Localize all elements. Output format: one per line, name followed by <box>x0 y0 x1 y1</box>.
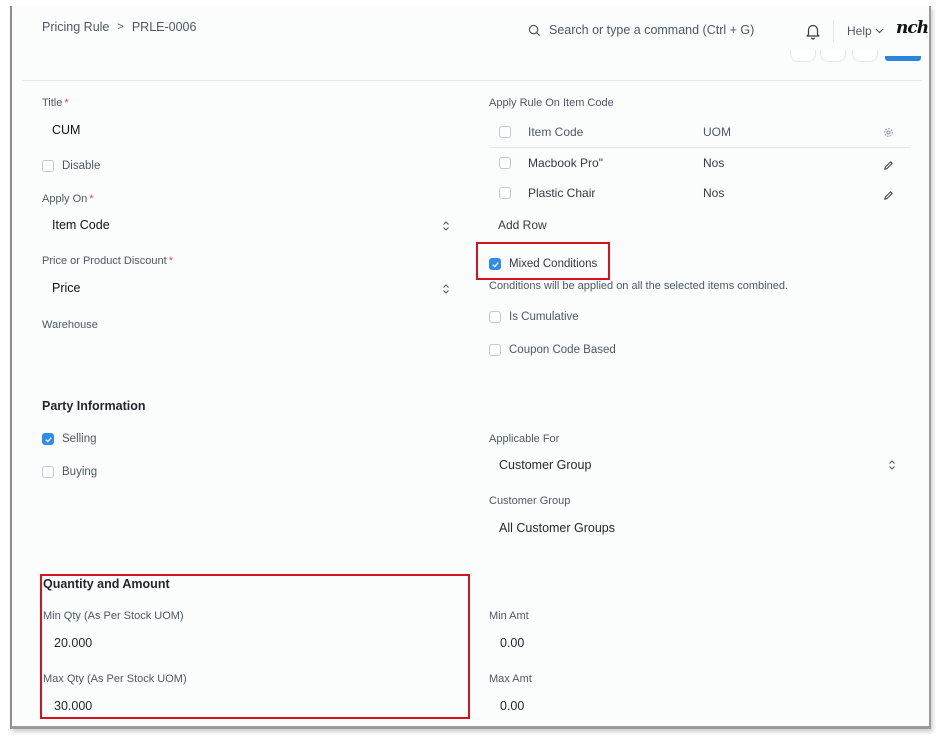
select-arrows-icon <box>443 284 449 294</box>
selling-checkbox-row[interactable]: Selling <box>42 433 97 445</box>
mixed-conditions-description: Conditions will be applied on all the se… <box>489 280 789 292</box>
column-header-item-code: Item Code <box>528 125 584 139</box>
warehouse-label: Warehouse <box>42 319 98 331</box>
disable-checkbox-row[interactable]: Disable <box>42 160 100 172</box>
help-dropdown[interactable]: Help <box>847 24 884 38</box>
breadcrumb: Pricing Rule > PRLE-0006 <box>42 20 196 34</box>
toolbar-button-1[interactable] <box>790 50 816 62</box>
select-arrows-icon <box>443 221 449 231</box>
min-amt-input[interactable]: 0.00 <box>500 636 524 650</box>
min-amt-label: Min Amt <box>489 610 529 622</box>
row-item-code[interactable]: Macbook Pro" <box>528 156 603 170</box>
max-amt-label: Max Amt <box>489 673 532 685</box>
edit-pencil-icon[interactable] <box>883 160 894 171</box>
row-checkbox[interactable] <box>499 157 511 169</box>
price-or-product-discount-label: Price or Product Discount * <box>42 255 173 267</box>
title-input[interactable]: CUM <box>52 123 80 137</box>
applicable-for-label: Applicable For <box>489 433 560 445</box>
select-all-checkbox[interactable] <box>499 126 511 138</box>
price-or-product-discount-select[interactable]: Price <box>52 281 80 295</box>
is-cumulative-checkbox-row[interactable]: Is Cumulative <box>489 311 579 323</box>
table-row[interactable]: Macbook Pro" Nos <box>490 148 910 178</box>
header-divider <box>833 20 834 42</box>
item-code-table: Item Code UOM Macbook Pro" Nos Plastic C… <box>490 118 910 218</box>
apply-rule-on-item-code-label: Apply Rule On Item Code <box>489 97 614 109</box>
row-item-code[interactable]: Plastic Chair <box>528 186 595 200</box>
select-arrows-icon <box>889 460 895 470</box>
column-header-uom: UOM <box>703 125 731 139</box>
selling-label: Selling <box>62 433 97 445</box>
buying-checkbox[interactable] <box>42 466 54 478</box>
search-placeholder: Search or type a command (Ctrl + G) <box>549 23 755 37</box>
row-uom[interactable]: Nos <box>703 186 724 200</box>
is-cumulative-checkbox[interactable] <box>489 311 501 323</box>
checkmark-icon <box>44 436 52 443</box>
app-window: Pricing Rule > PRLE-0006 Search or type … <box>10 6 931 729</box>
table-row[interactable]: Plastic Chair Nos <box>490 178 910 208</box>
row-uom[interactable]: Nos <box>703 156 724 170</box>
add-row-button[interactable]: Add Row <box>498 218 547 232</box>
search-bar[interactable]: Search or type a command (Ctrl + G) <box>528 23 754 37</box>
apply-on-label: Apply On * <box>42 193 94 205</box>
quantity-and-amount-heading: Quantity and Amount <box>43 577 170 591</box>
apply-on-select[interactable]: Item Code <box>52 218 110 232</box>
breadcrumb-doctype[interactable]: Pricing Rule <box>42 20 109 34</box>
highlight-box-quantity-and-amount <box>40 574 470 719</box>
notification-bell-icon[interactable] <box>805 22 821 40</box>
breadcrumb-docname[interactable]: PRLE-0006 <box>132 20 197 34</box>
title-label: Title * <box>42 97 69 109</box>
row-checkbox[interactable] <box>499 187 511 199</box>
warehouse-input[interactable] <box>52 340 452 358</box>
buying-checkbox-row[interactable]: Buying <box>42 466 97 478</box>
checkmark-icon <box>491 261 499 268</box>
mixed-conditions-label: Mixed Conditions <box>509 258 598 270</box>
party-information-heading: Party Information <box>42 399 146 413</box>
coupon-code-based-checkbox[interactable] <box>489 344 501 356</box>
toolbar-button-2[interactable] <box>820 50 846 62</box>
mixed-conditions-checkbox[interactable] <box>489 258 501 270</box>
coupon-code-based-label: Coupon Code Based <box>509 344 616 356</box>
save-button[interactable] <box>885 56 921 61</box>
max-qty-input[interactable]: 30.000 <box>54 699 92 713</box>
toolbar-button-3[interactable] <box>852 50 878 62</box>
is-cumulative-label: Is Cumulative <box>509 311 579 323</box>
min-qty-input[interactable]: 20.000 <box>54 636 92 650</box>
customer-group-input[interactable]: All Customer Groups <box>499 521 615 535</box>
header-divider-line <box>22 80 922 81</box>
chevron-down-icon <box>875 28 884 34</box>
help-label: Help <box>847 24 872 38</box>
selling-checkbox[interactable] <box>42 433 54 445</box>
gear-icon[interactable] <box>883 127 894 138</box>
buying-label: Buying <box>62 466 98 478</box>
disable-label: Disable <box>62 160 101 172</box>
disable-checkbox[interactable] <box>42 160 54 172</box>
min-qty-label: Min Qty (As Per Stock UOM) <box>43 610 184 622</box>
breadcrumb-separator: > <box>117 21 124 33</box>
mixed-conditions-checkbox-row[interactable]: Mixed Conditions <box>489 258 597 270</box>
avatar[interactable]: nch <box>896 18 929 38</box>
customer-group-label: Customer Group <box>489 495 571 507</box>
applicable-for-select[interactable]: Customer Group <box>499 458 591 472</box>
search-icon <box>528 24 541 36</box>
edit-pencil-icon[interactable] <box>883 190 894 201</box>
max-amt-input[interactable]: 0.00 <box>500 699 524 713</box>
coupon-code-based-checkbox-row[interactable]: Coupon Code Based <box>489 344 616 356</box>
max-qty-label: Max Qty (As Per Stock UOM) <box>43 673 187 685</box>
